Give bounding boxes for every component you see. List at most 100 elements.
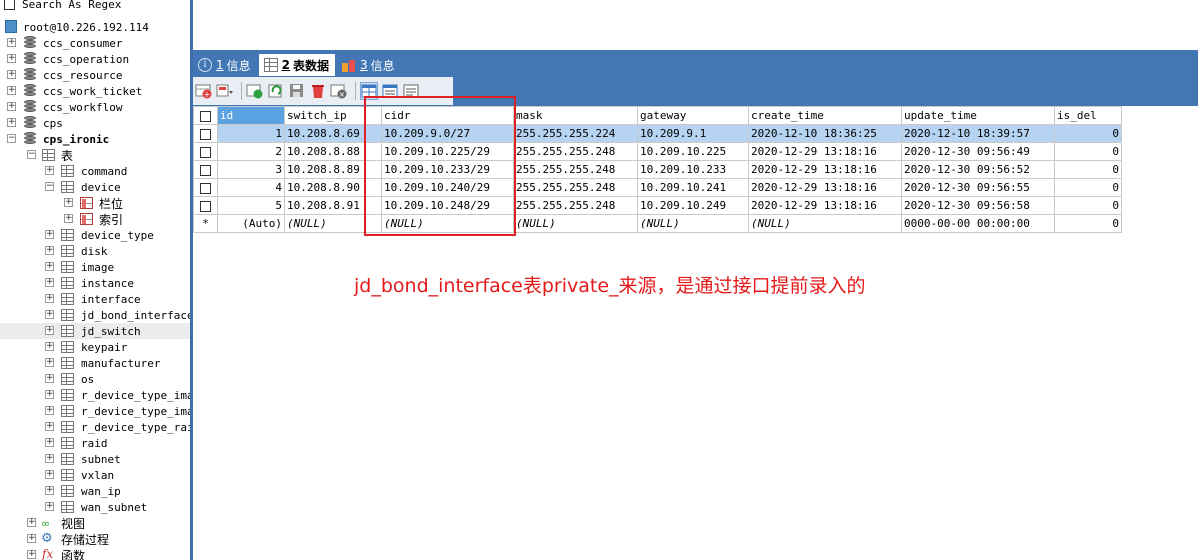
expand-toggle[interactable]: + [45, 230, 54, 239]
expand-toggle[interactable]: + [45, 358, 54, 367]
grid-cell[interactable]: 2020-12-29 13:18:16 [748, 142, 902, 161]
grid-cell[interactable]: 0 [1054, 124, 1122, 143]
grid-cell[interactable]: 2020-12-30 09:56:49 [901, 142, 1055, 161]
column-header-mask[interactable]: mask [513, 106, 638, 125]
grid-cell[interactable]: 3 [217, 160, 285, 179]
column-header-gateway[interactable]: gateway [637, 106, 749, 125]
text-view-icon[interactable] [402, 82, 420, 100]
expand-toggle[interactable]: + [45, 294, 54, 303]
grid-cell[interactable]: 0000-00-00 00:00:00 [901, 214, 1055, 233]
expand-toggle[interactable]: + [7, 70, 16, 79]
delete-icon[interactable] [309, 82, 327, 100]
expand-toggle[interactable]: + [7, 38, 16, 47]
grid-cell[interactable]: (NULL) [381, 214, 514, 233]
expand-toggle[interactable]: + [45, 166, 54, 175]
expand-toggle[interactable]: + [27, 550, 36, 559]
grid-cell[interactable]: 10.209.10.249 [637, 196, 749, 215]
expand-toggle[interactable]: + [45, 278, 54, 287]
insert-row-icon[interactable]: + [195, 82, 213, 100]
grid-cell[interactable]: 10.209.9.0/27 [381, 124, 514, 143]
row-checkbox[interactable] [200, 146, 211, 158]
tab-info-3[interactable]: 3 信息 [337, 54, 401, 76]
grid-cell[interactable]: 10.209.10.233/29 [381, 160, 514, 179]
collapse-toggle[interactable]: − [7, 134, 16, 143]
grid-cell[interactable]: 2020-12-29 13:18:16 [748, 160, 902, 179]
save-icon[interactable] [288, 82, 306, 100]
expand-toggle[interactable]: + [7, 102, 16, 111]
collapse-toggle[interactable]: − [45, 182, 54, 191]
grid-cell[interactable]: 0 [1054, 178, 1122, 197]
row-menu-icon[interactable] [216, 82, 234, 100]
grid-cell[interactable]: 0 [1054, 142, 1122, 161]
table-row[interactable]: 3 10.208.8.89 10.209.10.233/29 255.255.255.… [193, 160, 1122, 179]
table-node[interactable]: + jd_switch [0, 323, 190, 339]
grid-cell[interactable]: 2020-12-29 13:18:16 [748, 178, 902, 197]
row-checkbox[interactable] [200, 164, 211, 176]
grid-cell[interactable]: 2020-12-30 09:56:55 [901, 178, 1055, 197]
grid-cell[interactable]: 10.209.10.225/29 [381, 142, 514, 161]
expand-toggle[interactable]: + [45, 454, 54, 463]
grid-cell[interactable]: 2 [217, 142, 285, 161]
table-row[interactable]: 5 10.208.8.91 10.209.10.248/29 255.255.255.… [193, 196, 1122, 215]
row-checkbox[interactable] [200, 128, 211, 140]
grid-cell[interactable]: 10.208.8.90 [284, 178, 382, 197]
grid-cell[interactable]: 255.255.255.248 [513, 196, 638, 215]
grid-cell[interactable]: 2020-12-29 13:18:16 [748, 196, 902, 215]
expand-toggle[interactable]: + [45, 310, 54, 319]
grid-cell[interactable]: 0 [1054, 214, 1122, 233]
refresh-icon[interactable] [267, 82, 285, 100]
collapse-toggle[interactable]: − [27, 150, 36, 159]
grid-cell[interactable]: 10.208.8.69 [284, 124, 382, 143]
row-selector[interactable] [193, 160, 218, 179]
expand-toggle[interactable]: + [7, 118, 16, 127]
grid-cell[interactable]: 10.209.10.248/29 [381, 196, 514, 215]
grid-cell[interactable]: 255.255.255.248 [513, 142, 638, 161]
expand-toggle[interactable]: + [45, 502, 54, 511]
grid-cell[interactable]: 0 [1054, 196, 1122, 215]
grid-cell[interactable]: 255.255.255.248 [513, 160, 638, 179]
table-row[interactable]: 4 10.208.8.90 10.209.10.240/29 255.255.255.… [193, 178, 1122, 197]
expand-toggle[interactable]: + [45, 342, 54, 351]
grid-cell[interactable]: 1 [217, 124, 285, 143]
grid-cell[interactable]: 10.208.8.89 [284, 160, 382, 179]
grid-cell[interactable]: 10.208.8.91 [284, 196, 382, 215]
expand-toggle[interactable]: + [64, 198, 73, 207]
form-view-icon[interactable] [381, 82, 399, 100]
expand-toggle[interactable]: + [45, 374, 54, 383]
row-selector[interactable] [193, 178, 218, 197]
grid-cell[interactable]: (NULL) [637, 214, 749, 233]
table-row[interactable]: 1 10.208.8.69 10.209.9.0/27 255.255.255.224… [193, 124, 1122, 143]
row-selector[interactable] [193, 196, 218, 215]
grid-cell[interactable]: 5 [217, 196, 285, 215]
grid-cell[interactable]: (Auto) [217, 214, 285, 233]
grid-cell[interactable]: (NULL) [513, 214, 638, 233]
column-header-id[interactable]: id [217, 106, 285, 125]
row-selector[interactable] [193, 142, 218, 161]
column-header-update-time[interactable]: update_time [901, 106, 1055, 125]
column-header-create-time[interactable]: create_time [748, 106, 902, 125]
grid-cell[interactable]: 10.209.10.233 [637, 160, 749, 179]
expand-toggle[interactable]: + [45, 438, 54, 447]
expand-toggle[interactable]: + [7, 54, 16, 63]
column-header-cidr[interactable]: cidr [381, 106, 514, 125]
expand-toggle[interactable]: + [45, 262, 54, 271]
grid-cell[interactable]: 10.209.10.240/29 [381, 178, 514, 197]
expand-toggle[interactable]: + [45, 422, 54, 431]
row-checkbox[interactable] [200, 182, 211, 194]
grid-cell[interactable]: 255.255.255.248 [513, 178, 638, 197]
grid-cell[interactable]: 2020-12-10 18:39:57 [901, 124, 1055, 143]
tab-info-1[interactable]: i 1 信息 [193, 54, 257, 76]
expand-toggle[interactable]: + [7, 86, 16, 95]
grid-cell[interactable]: 2020-12-10 18:36:25 [748, 124, 902, 143]
grid-cell[interactable]: 4 [217, 178, 285, 197]
expand-toggle[interactable]: + [27, 534, 36, 543]
grid-cell[interactable]: (NULL) [748, 214, 902, 233]
tab-table-data[interactable]: 2 表数据 [258, 54, 336, 76]
duplicate-row-icon[interactable] [246, 82, 264, 100]
grid-cell[interactable]: 10.209.10.241 [637, 178, 749, 197]
expand-toggle[interactable]: + [45, 246, 54, 255]
grid-cell[interactable]: 0 [1054, 160, 1122, 179]
expand-toggle[interactable]: + [64, 214, 73, 223]
grid-cell[interactable]: 2020-12-30 09:56:52 [901, 160, 1055, 179]
select-all-header[interactable] [193, 106, 218, 125]
